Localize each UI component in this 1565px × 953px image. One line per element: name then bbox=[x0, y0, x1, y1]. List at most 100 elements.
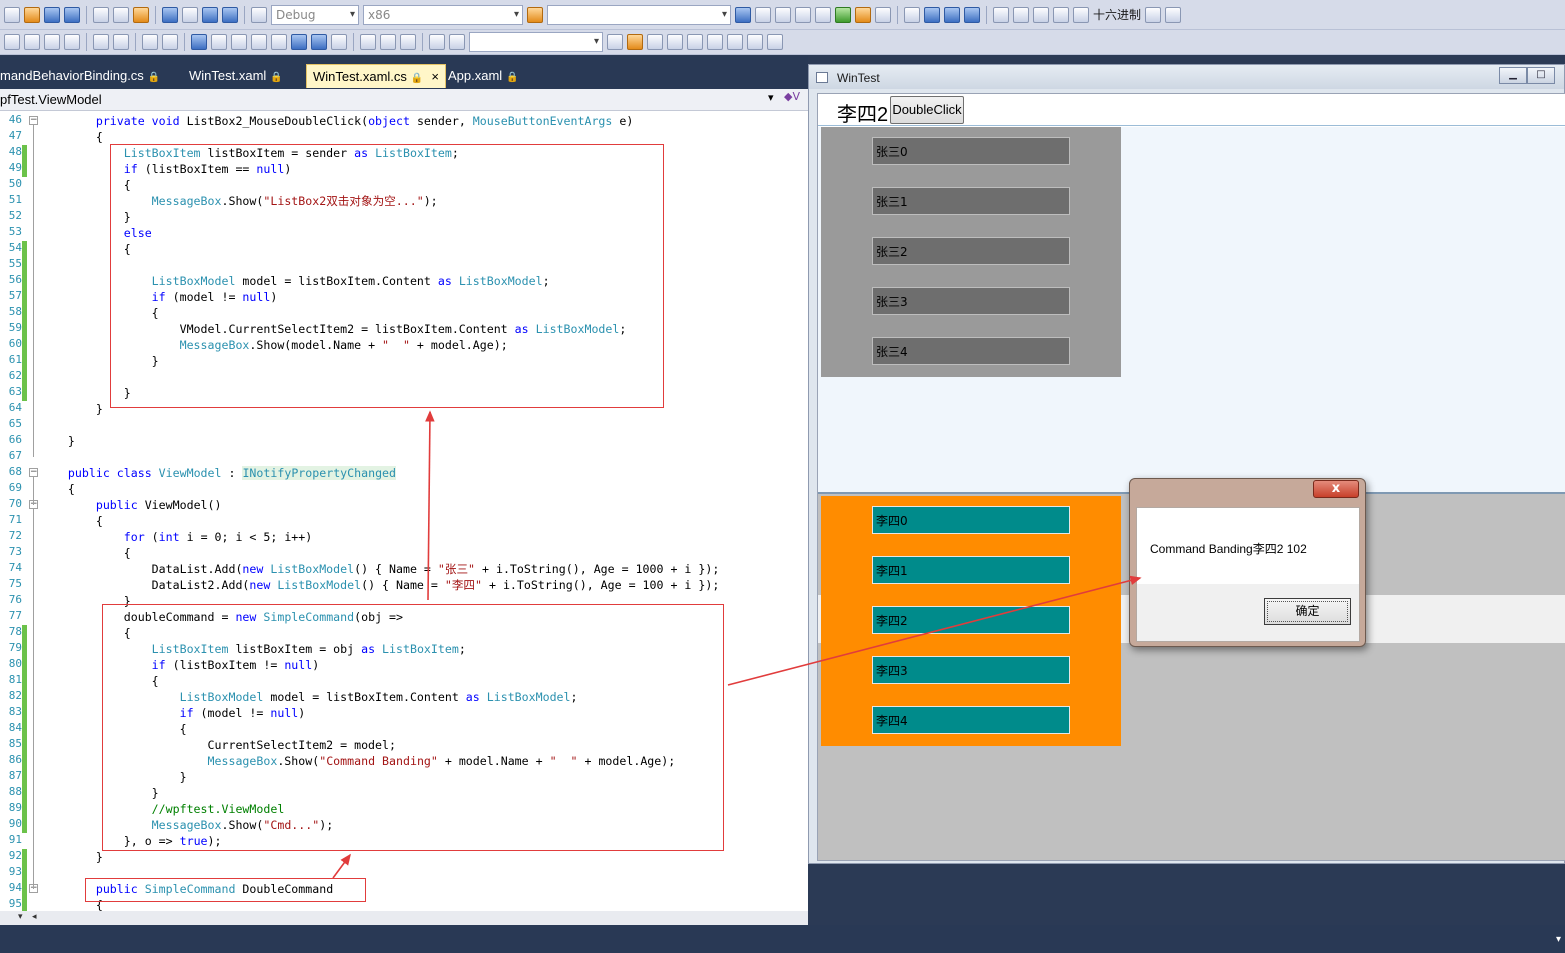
tab-wintest-xaml-cs[interactable]: WinTest.xaml.cs 🔒 × bbox=[306, 64, 446, 88]
list-item[interactable]: 张三0 bbox=[872, 137, 1070, 165]
next-bookmark-folder-icon[interactable] bbox=[271, 34, 287, 50]
quick-watch-icon[interactable] bbox=[1073, 6, 1089, 23]
call-stack-icon[interactable] bbox=[767, 34, 783, 50]
properties-icon[interactable] bbox=[755, 6, 771, 23]
list-item[interactable]: 张三4 bbox=[872, 337, 1070, 365]
save-icon[interactable] bbox=[44, 6, 60, 23]
make-same-height-icon[interactable] bbox=[449, 34, 465, 50]
stop-debugging-icon[interactable] bbox=[944, 6, 960, 23]
solution-configuration-combo[interactable]: Debug bbox=[271, 4, 359, 25]
uncomment-icon[interactable] bbox=[162, 34, 178, 50]
code-editor[interactable]: 46 47 48 49 50 51 52 53 54 55 56 57 58 59 60 61 62 63 64 65… bbox=[0, 111, 808, 911]
complete-word-icon[interactable] bbox=[64, 34, 80, 50]
navigate-forward-icon[interactable] bbox=[222, 6, 238, 23]
decrease-indent-icon[interactable] bbox=[93, 34, 109, 50]
code-line[interactable]: } bbox=[40, 433, 75, 449]
find-combo[interactable] bbox=[547, 4, 731, 25]
next-bookmark-icon[interactable] bbox=[231, 34, 247, 50]
paste-icon[interactable] bbox=[133, 6, 149, 23]
redo-icon[interactable] bbox=[182, 6, 198, 23]
break-all-icon[interactable] bbox=[924, 6, 940, 23]
bookmark-window-icon[interactable] bbox=[311, 34, 327, 50]
hexadecimal-display-toggle[interactable]: 十六进制 bbox=[1093, 6, 1141, 23]
book-icon[interactable] bbox=[627, 34, 643, 50]
code-line[interactable]: { bbox=[40, 545, 131, 561]
list-item[interactable]: 李四1 bbox=[872, 556, 1070, 584]
show-next-statement-icon[interactable] bbox=[993, 6, 1009, 23]
restart-icon[interactable] bbox=[964, 6, 980, 23]
list-item[interactable]: 李四0 bbox=[872, 506, 1070, 534]
type-selector[interactable]: pfTest.ViewModel bbox=[0, 92, 102, 107]
listbox-2[interactable]: 李四0 李四1 李四2 李四3 李四4 bbox=[821, 496, 1121, 746]
output-window-icon[interactable] bbox=[1165, 6, 1182, 23]
window-titlebar[interactable]: WinTest ▁ □ bbox=[809, 65, 1564, 89]
navigate-backward-icon[interactable] bbox=[202, 6, 218, 23]
solution-platform-combo[interactable]: x86 bbox=[363, 4, 523, 25]
close-button[interactable]: x bbox=[1313, 480, 1359, 498]
continue-icon[interactable] bbox=[904, 6, 920, 23]
code-line[interactable]: DataList2.Add(new ListBoxModel() { Name … bbox=[40, 577, 720, 593]
code-line[interactable]: { bbox=[40, 513, 103, 529]
align-lefts-icon[interactable] bbox=[360, 34, 376, 50]
code-line[interactable]: { bbox=[40, 481, 75, 497]
memory-icon[interactable] bbox=[707, 34, 723, 50]
list-item[interactable]: 张三1 bbox=[872, 187, 1070, 215]
code-line[interactable]: for (int i = 0; i < 5; i++) bbox=[40, 529, 313, 545]
code-line[interactable]: public class ViewModel : INotifyProperty… bbox=[40, 465, 397, 481]
tab-mandbehaviorbinding-cs[interactable]: mandBehaviorBinding.cs 🔒 bbox=[0, 64, 166, 88]
code-line[interactable]: private void ListBox2_MouseDoubleClick(o… bbox=[40, 113, 634, 129]
code-line[interactable]: } bbox=[40, 849, 103, 865]
fold-toggle-icon[interactable]: − bbox=[29, 116, 38, 125]
list-item[interactable]: 李四4 bbox=[872, 706, 1070, 734]
command-window-icon[interactable] bbox=[875, 6, 891, 23]
find-in-files-icon[interactable] bbox=[527, 6, 543, 23]
list-item[interactable]: 李四3 bbox=[872, 656, 1070, 684]
close-tab-icon[interactable]: × bbox=[431, 69, 439, 84]
list-item[interactable]: 张三3 bbox=[872, 287, 1070, 315]
double-click-button[interactable]: DoubleClick bbox=[890, 96, 964, 124]
quick-info-icon[interactable] bbox=[44, 34, 60, 50]
format-combo[interactable] bbox=[469, 32, 603, 52]
chevron-down-icon[interactable]: ▾ bbox=[768, 91, 774, 104]
maximize-button[interactable]: □ bbox=[1527, 67, 1555, 84]
disassembly-icon[interactable] bbox=[727, 34, 743, 50]
step-into-icon[interactable] bbox=[1013, 6, 1029, 23]
align-centers-icon[interactable] bbox=[380, 34, 396, 50]
breakpoints-icon[interactable] bbox=[1145, 6, 1162, 23]
open-file-icon[interactable] bbox=[24, 6, 40, 23]
scroll-left-arrow-icon[interactable]: ◂ bbox=[32, 912, 37, 922]
step-over-icon[interactable] bbox=[1033, 6, 1049, 23]
registers-icon[interactable] bbox=[747, 34, 763, 50]
modules-icon[interactable] bbox=[667, 34, 683, 50]
horizontal-scrollbar[interactable]: ▾ ◂ bbox=[0, 911, 808, 925]
minimize-button[interactable]: ▁ bbox=[1499, 67, 1527, 84]
start-debugging-icon[interactable] bbox=[251, 6, 267, 23]
code-line[interactable]: DataList.Add(new ListBoxModel() { Name =… bbox=[40, 561, 720, 577]
undo-icon[interactable] bbox=[162, 6, 178, 23]
tab-wintest-xaml[interactable]: WinTest.xaml 🔒 bbox=[183, 64, 289, 88]
list-item[interactable]: 张三2 bbox=[872, 237, 1070, 265]
member-selector[interactable]: ◆V bbox=[784, 90, 808, 110]
copy-icon[interactable] bbox=[113, 6, 129, 23]
increase-indent-icon[interactable] bbox=[113, 34, 129, 50]
toolbar-options-icon[interactable] bbox=[331, 34, 347, 50]
extension-manager-icon[interactable] bbox=[855, 6, 871, 23]
debug-location-icon[interactable] bbox=[607, 34, 623, 50]
threads-icon[interactable] bbox=[647, 34, 663, 50]
make-same-width-icon[interactable] bbox=[429, 34, 445, 50]
align-rights-icon[interactable] bbox=[400, 34, 416, 50]
code-line[interactable]: public ViewModel() bbox=[40, 497, 222, 513]
clear-bookmarks-icon[interactable] bbox=[291, 34, 307, 50]
cut-icon[interactable] bbox=[93, 6, 109, 23]
solution-explorer-icon[interactable] bbox=[735, 6, 751, 23]
tab-app-xaml[interactable]: App.xaml 🔒 bbox=[442, 64, 525, 88]
start-page-icon[interactable] bbox=[835, 6, 851, 23]
fold-toggle-icon[interactable]: − bbox=[29, 468, 38, 477]
new-project-icon[interactable] bbox=[4, 6, 20, 23]
tools-icon[interactable] bbox=[815, 6, 831, 23]
listbox-1[interactable]: 张三0 张三1 张三2 张三3 张三4 bbox=[821, 127, 1121, 377]
save-all-icon[interactable] bbox=[64, 6, 80, 23]
processes-icon[interactable] bbox=[687, 34, 703, 50]
display-object-member-list-icon[interactable] bbox=[4, 34, 20, 50]
code-line[interactable]: } bbox=[40, 401, 103, 417]
